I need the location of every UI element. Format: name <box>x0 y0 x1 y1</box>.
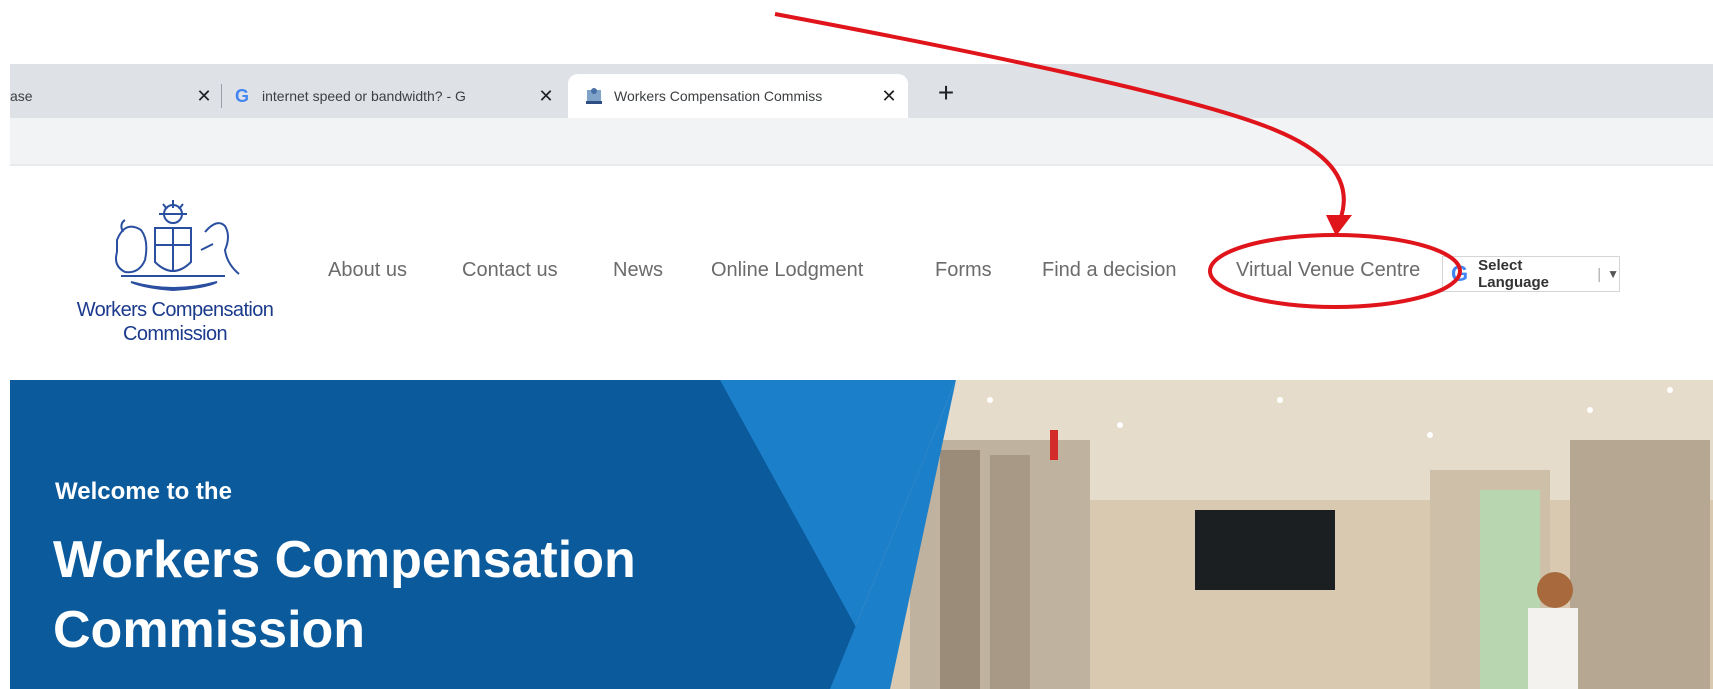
browser-tab-1[interactable]: ase ✕ <box>10 74 215 118</box>
select-language-label: Select Language <box>1478 257 1549 291</box>
browser-tab-3[interactable]: Workers Compensation Commiss ✕ <box>568 74 908 118</box>
new-tab-button[interactable]: + <box>928 76 964 112</box>
nav-contact-us[interactable]: Contact us <box>462 259 558 282</box>
hero-welcome-text: Welcome to the <box>55 478 232 505</box>
select-language-dropdown[interactable]: G Select Language | ▼ <box>1442 256 1620 292</box>
nav-find-a-decision[interactable]: Find a decision <box>1042 259 1177 282</box>
browser-tab-strip: ase ✕ G internet speed or bandwidth? - G… <box>10 64 1713 118</box>
google-g-icon: G <box>234 85 249 106</box>
close-icon[interactable]: ✕ <box>878 86 900 107</box>
close-icon[interactable]: ✕ <box>193 86 215 107</box>
close-icon[interactable]: ✕ <box>535 86 557 107</box>
nav-virtual-venue-centre[interactable]: Virtual Venue Centre <box>1236 259 1420 282</box>
nav-online-lodgment[interactable]: Online Lodgment <box>711 259 863 282</box>
address-bar-area[interactable] <box>10 118 1713 164</box>
dropdown-separator: | <box>1597 265 1602 283</box>
tab-title: internet speed or bandwidth? - G <box>262 88 466 104</box>
browser-tab-2[interactable]: G internet speed or bandwidth? - G ✕ <box>232 74 557 118</box>
hero-banner: Welcome to the Workers Compensation Comm… <box>10 380 1713 689</box>
nav-forms[interactable]: Forms <box>935 259 992 282</box>
nav-about-us[interactable]: About us <box>328 259 407 282</box>
nav-news[interactable]: News <box>613 259 663 282</box>
coat-of-arms-icon <box>115 200 240 292</box>
chrome-divider <box>10 164 1713 166</box>
tab-title: ase <box>10 88 33 104</box>
hero-title: Workers Compensation Commission <box>53 531 636 659</box>
google-g-icon: G <box>1451 261 1469 286</box>
tab-title: Workers Compensation Commiss <box>614 88 823 104</box>
nsw-crest-icon <box>584 86 604 106</box>
site-logo-text: Workers Compensation Commission <box>76 299 274 345</box>
tab-separator <box>221 84 222 108</box>
chevron-down-icon: ▼ <box>1607 267 1619 281</box>
